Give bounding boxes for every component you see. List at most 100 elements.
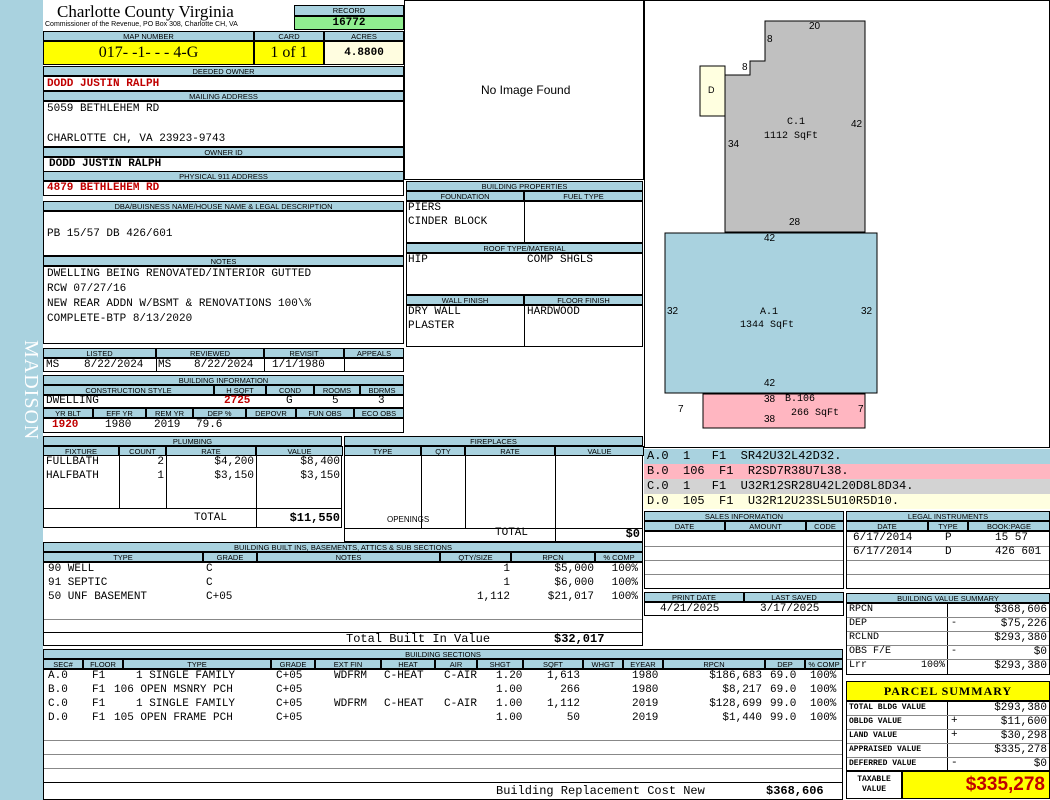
fireplaces-table: TYPE QTY RATE VALUE OPENINGS TOTAL $0 xyxy=(344,446,644,542)
col-header: FLOOR FINISH xyxy=(524,295,643,305)
col-header: DATE xyxy=(846,521,928,531)
col-header: GRADE xyxy=(271,659,315,669)
col-header: COND xyxy=(266,385,314,395)
parcel-value: $11,600 xyxy=(1000,716,1047,728)
bvs-value: $293,380 xyxy=(994,660,1047,672)
builtin-rpcn: $6,000 xyxy=(554,577,594,589)
building-info-row1: DWELLING 2725 G 5 3 xyxy=(43,395,404,408)
listed-header: LISTED xyxy=(43,348,156,358)
dimension: 8 xyxy=(767,34,773,45)
section-eyear: 2019 xyxy=(632,698,659,710)
section-floor: F1 xyxy=(92,684,106,696)
rooms: 5 xyxy=(332,395,339,407)
notes-box: DWELLING BEING RENOVATED/INTERIOR GUTTED… xyxy=(43,266,404,344)
bvs-value: $0 xyxy=(1033,646,1047,658)
legal-table: 6/17/2014 P 15 57 6/17/2014 D 426 601 xyxy=(846,531,1050,589)
col-header: TYPE xyxy=(43,552,203,562)
col-header: EYEAR xyxy=(623,659,663,669)
fireplaces-total-label: TOTAL xyxy=(495,527,529,539)
col-header: EXT FIN xyxy=(315,659,381,669)
sections-header: BUILDING SECTIONS xyxy=(43,649,843,659)
wall-finish: PLASTER xyxy=(408,320,455,332)
section-sqft: 266 xyxy=(560,684,580,696)
col-header: RATE xyxy=(166,446,256,456)
vector-line: B.0 106 F1 R2SD7R38U7L38. xyxy=(644,464,1050,479)
physical-address: 4879 BETHLEHEM RD xyxy=(43,181,404,196)
physical-address-header: PHYSICAL 911 ADDRESS xyxy=(43,171,404,181)
section-ext-fin: WDFRM xyxy=(334,698,368,710)
sketch-label: B.106 xyxy=(785,394,816,405)
col-header: TYPE xyxy=(344,446,421,456)
sales-header: SALES INFORMATION xyxy=(644,511,844,521)
sketch-label: A.1 xyxy=(760,307,779,318)
builtin-qty: 1 xyxy=(503,563,510,575)
section-heat: C-HEAT xyxy=(384,698,424,710)
section-grade: C+05 xyxy=(276,684,303,696)
taxable-label: VALUE xyxy=(861,785,886,794)
sketch-area: 266 SqFt xyxy=(791,408,840,419)
section-comp: 100% xyxy=(810,698,837,710)
plumbing-rate: $4,200 xyxy=(214,456,254,468)
col-header: CODE xyxy=(806,521,844,531)
sections-col-headers: SEC# FLOOR TYPE GRADE EXT FIN HEAT AIR S… xyxy=(43,659,843,669)
legal-description: PB 15/57 DB 426/601 xyxy=(47,228,173,240)
section-sqft: 50 xyxy=(566,712,580,724)
col-header: RPCN xyxy=(663,659,765,669)
dimension: 42 xyxy=(764,378,776,389)
fireplaces-header: FIREPLACES xyxy=(344,436,643,446)
year-built: 1920 xyxy=(52,419,79,431)
card-header: CARD xyxy=(254,31,324,41)
foundation-value: PIERS xyxy=(408,202,442,214)
col-header: SQFT xyxy=(523,659,583,669)
print-date: 4/21/2025 xyxy=(660,603,720,615)
sketch-vectors: A.0 1 F1 SR42U32L42D32. B.0 106 F1 R2SD7… xyxy=(644,449,1050,509)
section-air: C-AIR xyxy=(444,670,478,682)
sketch-area: 1344 SqFt xyxy=(740,320,795,331)
reviewed-header: REVIEWED xyxy=(156,348,264,358)
builtin-grade: C+05 xyxy=(206,591,233,603)
dimension: 32 xyxy=(667,306,679,317)
builtin-comp: 100% xyxy=(611,563,638,575)
bvs-label: OBS F/E xyxy=(849,646,892,657)
col-header: YR BLT xyxy=(43,408,93,418)
taxable-label-box: TAXABLE VALUE xyxy=(846,771,902,799)
remodel-year: 2019 xyxy=(154,419,181,431)
legal-bookpage: 15 57 xyxy=(995,532,1029,544)
dimension: 42 xyxy=(851,119,863,130)
section-id: A.0 xyxy=(48,670,68,682)
dba-box: PB 15/57 DB 426/601 xyxy=(43,211,404,256)
section-shgt: 1.00 xyxy=(496,712,523,724)
last-saved-date: 3/17/2025 xyxy=(760,603,820,615)
legal-date: 6/17/2014 xyxy=(853,546,913,558)
parcel-label: APPRAISED VALUE xyxy=(849,745,922,754)
plumbing-table: FIXTURE COUNT RATE VALUE FULLBATH 2 $4,2… xyxy=(43,446,343,528)
col-header: WHGT xyxy=(583,659,623,669)
col-header: VALUE xyxy=(555,446,644,456)
plumbing-fixture: FULLBATH xyxy=(46,456,99,468)
listed-by: MS xyxy=(46,359,60,371)
replacement-cost-total: $368,606 xyxy=(766,784,824,798)
section-dep: 69.0 xyxy=(770,684,797,696)
section-shgt: 1.20 xyxy=(496,670,523,682)
section-floor: F1 xyxy=(92,670,106,682)
reviewed-date: 8/22/2024 xyxy=(194,359,254,371)
section-eyear: 1980 xyxy=(632,670,659,682)
plumbing-count: 2 xyxy=(157,456,164,468)
col-header: QTY/SIZE xyxy=(440,552,511,562)
plumbing-value: $8,400 xyxy=(300,456,340,468)
map-number: 017- -1- - - 4-G xyxy=(43,41,254,65)
section-id: B.0 xyxy=(48,684,68,696)
dimension: 32 xyxy=(861,306,873,317)
bedrooms: 3 xyxy=(378,395,385,407)
bvs-value: $368,606 xyxy=(994,604,1047,616)
dimension: 42 xyxy=(764,233,776,244)
section-shgt: 1.00 xyxy=(496,684,523,696)
parcel-label: LAND VALUE xyxy=(849,731,898,740)
revisit-date: 1/1/1980 xyxy=(272,359,325,371)
plumbing-total-label: TOTAL xyxy=(194,512,228,524)
bvs-value: $75,226 xyxy=(1000,618,1047,630)
col-header: REM YR xyxy=(146,408,193,418)
sections-table: A.0 F1 1 SINGLE FAMILY C+05 WDFRM C-HEAT… xyxy=(43,669,843,800)
col-header: DEP xyxy=(765,659,805,669)
builtins-total: $32,017 xyxy=(554,632,605,646)
